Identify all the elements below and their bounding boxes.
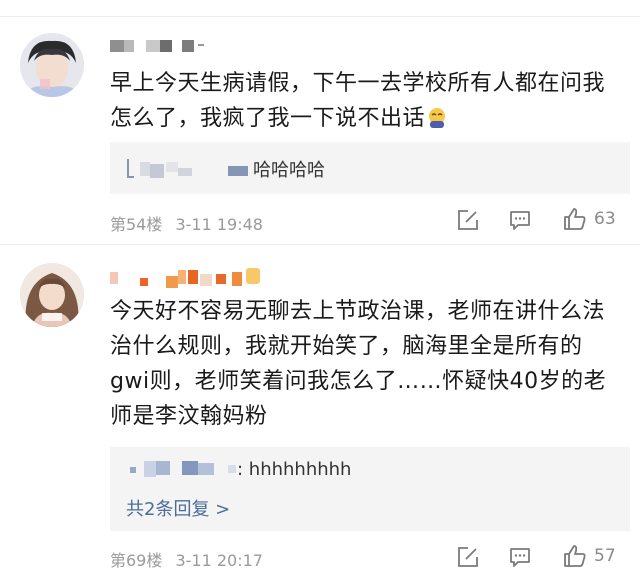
replier-name-mosaic[interactable] <box>140 158 250 180</box>
reply-text: : hhhhhhhhh <box>237 459 352 480</box>
comment-text: 早上今天生病请假，下午一去学校所有人都在问我 怎么了，我疯了我一下说不出话 <box>110 71 606 131</box>
share-button[interactable] <box>456 208 480 232</box>
avatar[interactable] <box>20 33 84 97</box>
edit-share-icon <box>458 210 478 230</box>
like-count: 63 <box>594 209 616 229</box>
thumbs-up-icon <box>564 208 586 230</box>
floor-number: 第54楼 <box>110 215 163 234</box>
thumbs-up-icon <box>564 545 586 567</box>
comment-meta: 第54楼 3-11 19:48 <box>110 211 263 235</box>
replier-name-mosaic[interactable] <box>130 457 250 479</box>
share-button[interactable] <box>456 545 480 569</box>
username-mosaic[interactable] <box>110 38 205 56</box>
like-button[interactable]: 63 <box>562 206 616 232</box>
reply-button[interactable] <box>508 208 532 232</box>
reply-indicator-icon <box>127 159 134 178</box>
floor-number: 第69楼 <box>110 551 163 570</box>
view-more-replies-link[interactable]: 共2条回复 > <box>126 495 230 521</box>
like-button[interactable]: 57 <box>562 543 616 569</box>
avatar[interactable] <box>20 263 84 327</box>
edit-share-icon <box>458 547 478 567</box>
timestamp: 3-11 19:48 <box>175 215 263 234</box>
username-mosaic[interactable] <box>110 266 265 290</box>
timestamp: 3-11 20:17 <box>175 551 263 570</box>
comment-text: 今天好不容易无聊去上节政治课，老师在讲什么法 治什么规则，我就开始笑了，脑海里全… <box>110 299 607 429</box>
like-count: 57 <box>594 546 616 566</box>
reply-button[interactable] <box>508 545 532 569</box>
comment-icon <box>510 211 530 230</box>
tired-face-emoji-icon <box>427 105 447 128</box>
reply-preview[interactable]: : hhhhhhhhh 共2条回复 > <box>110 447 630 531</box>
comment-icon <box>510 548 530 567</box>
comment-divider <box>0 244 640 245</box>
reply-preview[interactable]: 哈哈哈哈 <box>110 142 630 194</box>
reply-text: 哈哈哈哈 <box>253 160 325 181</box>
top-divider <box>0 16 640 17</box>
comment-meta: 第69楼 3-11 20:17 <box>110 547 263 571</box>
